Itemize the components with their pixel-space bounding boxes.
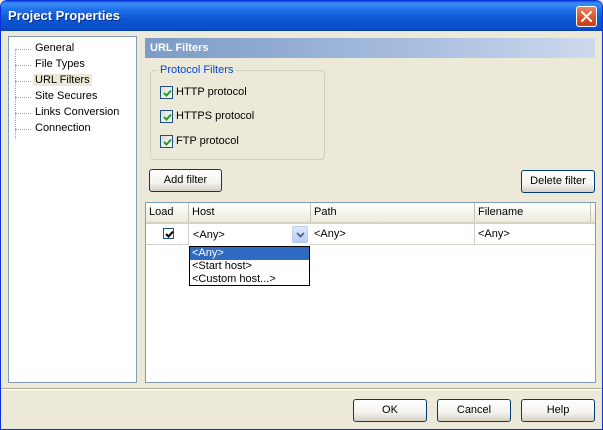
host-combobox[interactable]: <Any> <box>189 224 310 245</box>
ok-button[interactable]: OK <box>353 399 427 422</box>
tree-item-label: Site Secures <box>35 90 98 102</box>
tree-item-general[interactable]: General <box>15 41 130 56</box>
window-title: Project Properties <box>8 8 120 23</box>
checkbox-label: HTTPS protocol <box>176 110 255 122</box>
checkbox-label: HTTP protocol <box>176 86 247 98</box>
column-header-filename[interactable]: Filename <box>475 203 591 222</box>
dropdown-option-any[interactable]: <Any> <box>190 247 309 260</box>
help-button[interactable]: Help <box>521 399 595 422</box>
tree-item-site-secures[interactable]: Site Secures <box>15 89 130 104</box>
dropdown-option-custom-host[interactable]: <Custom host...> <box>190 273 309 286</box>
load-cell[interactable] <box>146 224 189 245</box>
checkbox-box[interactable] <box>160 110 173 123</box>
grid-header: Load Host Path Filename <box>146 203 595 224</box>
tree-item-file-types[interactable]: File Types <box>15 57 130 72</box>
host-dropdown-list: <Any> <Start host> <Custom host...> <box>189 246 310 286</box>
settings-tree: General File Types URL Filters Site Secu… <box>8 36 137 383</box>
tree-item-label: Links Conversion <box>35 106 120 118</box>
tree-item-links-conversion[interactable]: Links Conversion <box>15 105 130 120</box>
checkbox-box[interactable] <box>160 135 173 148</box>
tree-item-connection[interactable]: Connection <box>15 121 130 136</box>
dropdown-button[interactable] <box>292 226 308 243</box>
section-title: URL Filters <box>145 38 595 58</box>
column-header-load[interactable]: Load <box>146 203 189 222</box>
load-checkbox[interactable] <box>163 228 174 239</box>
add-filter-button[interactable]: Add filter <box>149 169 222 192</box>
project-properties-dialog: Project Properties General File Types UR… <box>0 0 603 430</box>
delete-filter-button[interactable]: Delete filter <box>521 170 595 193</box>
title-bar[interactable]: Project Properties <box>1 1 602 31</box>
tree-item-label: File Types <box>35 58 85 70</box>
check-icon <box>163 89 172 97</box>
footer-divider <box>1 388 602 390</box>
check-icon <box>165 230 174 238</box>
checkbox-label: FTP protocol <box>176 135 239 147</box>
tree-item-label: Connection <box>35 122 91 134</box>
column-header-host[interactable]: Host <box>189 203 311 222</box>
check-icon <box>163 138 172 146</box>
close-button[interactable] <box>576 6 597 27</box>
checkbox-box[interactable] <box>160 86 173 99</box>
tree-item-url-filters[interactable]: URL Filters <box>15 73 130 88</box>
dropdown-option-start-host[interactable]: <Start host> <box>190 260 309 273</box>
path-cell[interactable]: <Any> <box>311 224 475 245</box>
tree-item-label: General <box>35 42 75 54</box>
tree-item-label: URL Filters <box>33 74 92 86</box>
check-icon <box>163 113 172 121</box>
host-combobox-value: <Any> <box>193 229 225 241</box>
close-icon <box>581 11 592 22</box>
filters-grid: Load Host Path Filename <Any> <Any> <Any… <box>145 202 596 383</box>
filename-cell[interactable]: <Any> <box>475 224 591 245</box>
group-legend: Protocol Filters <box>157 64 237 76</box>
chevron-down-icon <box>296 232 305 238</box>
protocol-filters-group: Protocol Filters HTTP protocol HTTPS pro… <box>150 64 325 160</box>
cancel-button[interactable]: Cancel <box>437 399 511 422</box>
column-header-path[interactable]: Path <box>311 203 475 222</box>
